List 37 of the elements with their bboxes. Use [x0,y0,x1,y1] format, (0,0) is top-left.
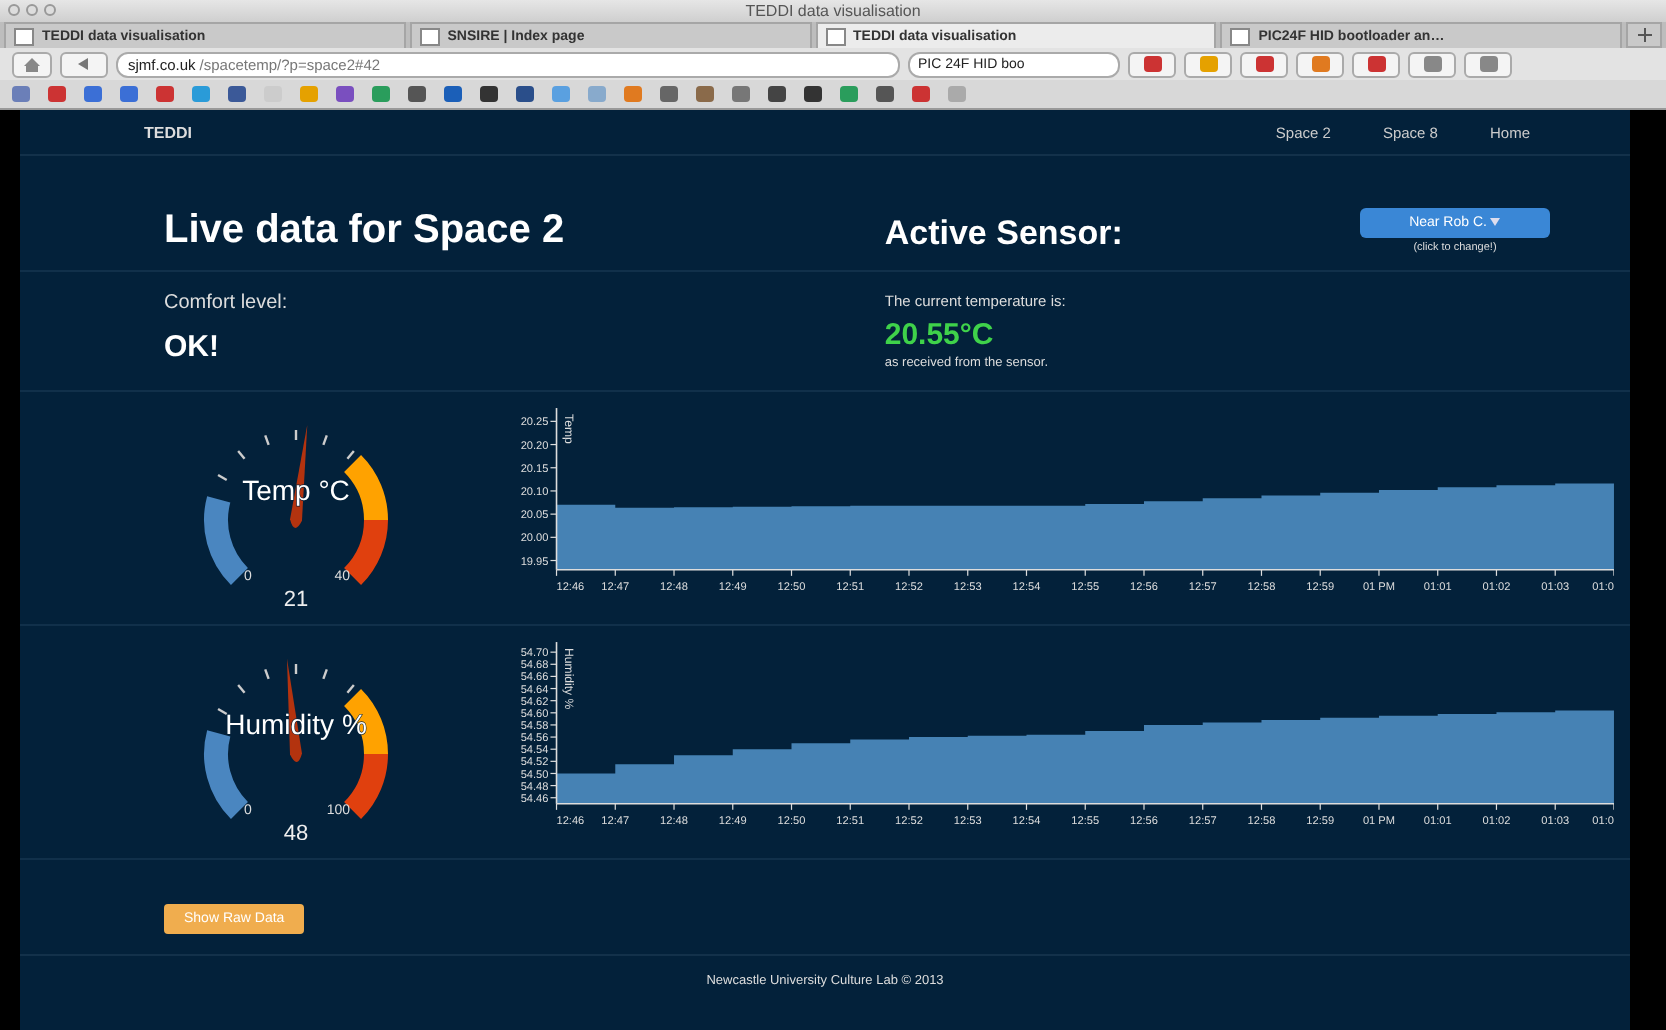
toolbar-button[interactable] [1184,51,1232,77]
gauge-reading: 48 [283,821,309,840]
home-icon [24,57,40,71]
page-icon [419,27,440,45]
toolbar-button[interactable] [1296,51,1344,77]
page-icon [825,27,845,45]
back-icon [78,58,90,70]
new-tab-button[interactable] [1626,22,1662,48]
page-icon [14,27,34,45]
gauge-band [344,688,388,754]
gauge-tick-marks [217,429,355,481]
plus-icon [1637,28,1651,42]
page-title: Live data for Space 2 [164,208,567,254]
gauge-reading: 21 [283,587,309,606]
toolbar-button[interactable] [1464,51,1512,77]
toolbar-button[interactable] [1128,51,1176,77]
toolbar-icon [1199,56,1217,72]
toolbar-icon [1367,56,1385,72]
toolbar-icon [1255,56,1273,72]
toolbar-icon [1311,56,1329,72]
toolbar-button[interactable] [1408,51,1456,77]
comfort-label: Comfort level: [164,292,290,314]
page-icon [1230,27,1251,45]
toolbar-icon [1143,56,1161,72]
site-brand[interactable]: TEDDI [144,123,1224,141]
caret-icon [1490,218,1501,226]
temperature-value: 20.55°C [884,318,996,352]
home-button[interactable] [12,51,52,77]
toolbar-icon [1423,56,1441,72]
toolbar-button[interactable] [1240,51,1288,77]
comfort-value: OK! [164,330,221,364]
toolbar-button[interactable] [1352,51,1400,77]
toolbar-icon [1479,56,1497,72]
gauge-tick-marks [217,663,355,715]
sensor-heading: Active Sensor: [884,214,1125,254]
back-button[interactable] [60,51,108,77]
window-title: TEDDI data visualisation [745,2,921,20]
